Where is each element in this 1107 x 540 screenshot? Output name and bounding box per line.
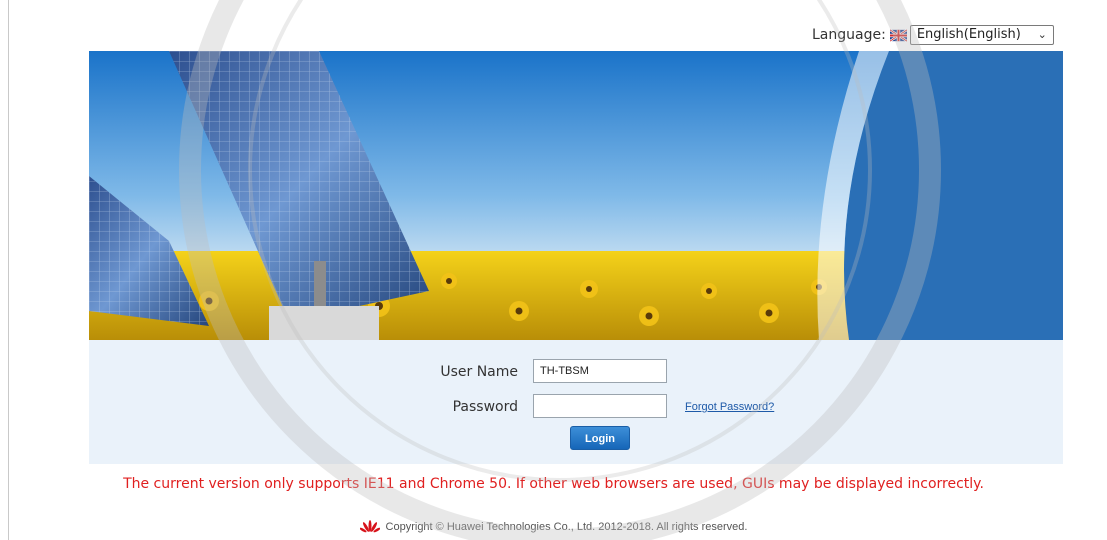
uk-flag-icon: [889, 28, 907, 42]
footer: Copyright © Huawei Technologies Co., Ltd…: [0, 520, 1107, 534]
login-panel: User Name TH-TBSM Password Forgot Passwo…: [89, 340, 1063, 464]
banner-image: [89, 51, 1063, 340]
password-label: Password: [452, 399, 518, 415]
username-input[interactable]: TH-TBSM: [533, 359, 667, 383]
username-label: User Name: [440, 364, 518, 380]
language-selected-value: English(English): [916, 27, 1021, 42]
chevron-down-icon: ⌄: [1037, 28, 1047, 41]
page-left-border: [8, 0, 9, 540]
language-bar: Language: English(English) ⌄: [812, 24, 1054, 46]
login-button[interactable]: Login: [570, 426, 630, 450]
language-select[interactable]: English(English) ⌄: [909, 25, 1054, 45]
forgot-password-link[interactable]: Forgot Password?: [685, 401, 774, 413]
huawei-logo-icon: [359, 520, 380, 533]
password-input[interactable]: [533, 394, 667, 418]
browser-warning: The current version only supports IE11 a…: [123, 476, 984, 492]
copyright-text: Copyright © Huawei Technologies Co., Ltd…: [385, 521, 748, 533]
language-label: Language:: [812, 27, 886, 43]
